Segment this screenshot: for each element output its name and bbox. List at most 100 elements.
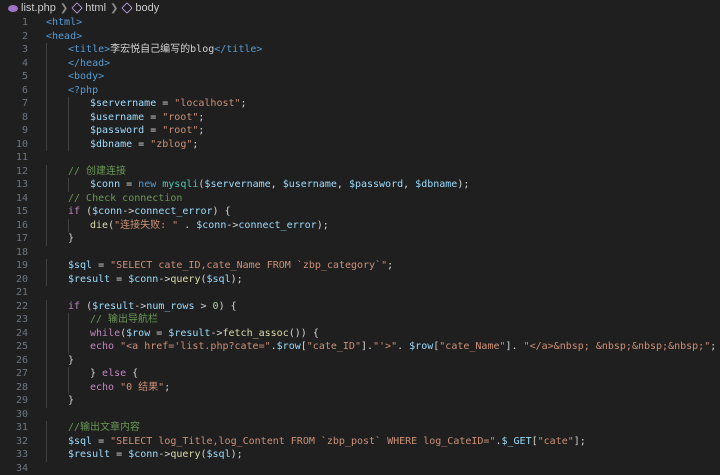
- breadcrumb-body[interactable]: body: [122, 2, 159, 14]
- code-token: else: [102, 368, 126, 379]
- code-line[interactable]: 32$sql = "SELECT log_Title,log_Content F…: [0, 435, 720, 449]
- code-line[interactable]: 17}: [0, 232, 720, 246]
- code-line[interactable]: 19$sql = "SELECT cate_ID,cate_Name FROM …: [0, 259, 720, 273]
- indent-guide: [46, 232, 47, 246]
- code-line[interactable]: 13$conn = new mysqli($servername, $usern…: [0, 178, 720, 192]
- code-line[interactable]: 16die("连接失败: " . $conn->connect_error);: [0, 219, 720, 233]
- code-line[interactable]: 9$password = "root";: [0, 124, 720, 138]
- code-token: "root": [162, 125, 198, 136]
- code-token: ->: [226, 220, 238, 231]
- code-token: "</a>&nbsp; &nbsp;&nbsp;&nbsp;": [524, 341, 711, 352]
- code-line[interactable]: 20$result = $conn->query($sql);: [0, 273, 720, 287]
- code-editor[interactable]: 1<html>2<head>3<title>李宏悦自己编写的blog</titl…: [0, 16, 720, 475]
- line-number: 7: [0, 97, 28, 111]
- indent-guide: [46, 259, 47, 273]
- code-text: //输出文章内容: [28, 421, 140, 435]
- code-text: </head>: [28, 57, 110, 71]
- code-line[interactable]: 34: [0, 462, 720, 475]
- indent-guide: [46, 421, 47, 435]
- line-number: 6: [0, 84, 28, 98]
- code-line[interactable]: 15if ($conn->connect_error) {: [0, 205, 720, 219]
- code-line[interactable]: 23// 输出导航栏: [0, 313, 720, 327]
- code-line[interactable]: 12// 创建连接: [0, 165, 720, 179]
- code-token: ->: [210, 328, 222, 339]
- code-token: $username: [283, 179, 337, 190]
- code-token: $servername: [204, 179, 270, 190]
- indent-guide: [68, 111, 69, 125]
- code-token: if: [68, 301, 86, 312]
- line-number: 11: [0, 151, 28, 165]
- code-token: $sql: [207, 449, 231, 460]
- code-token: }: [90, 368, 102, 379]
- code-line[interactable]: 22if ($result->num_rows > 0) {: [0, 300, 720, 314]
- code-line[interactable]: 14// Check connection: [0, 192, 720, 206]
- code-text: }: [28, 394, 74, 408]
- code-text: // 输出导航栏: [28, 313, 158, 327]
- code-line[interactable]: 28echo "0 结果";: [0, 381, 720, 395]
- indent-guide: [46, 340, 47, 354]
- code-line[interactable]: 5<body>: [0, 70, 720, 84]
- code-line[interactable]: 27} else {: [0, 367, 720, 381]
- code-token: fetch_assoc: [223, 328, 289, 339]
- code-line[interactable]: 11: [0, 151, 720, 165]
- code-token: "0 结果": [120, 382, 164, 393]
- code-line[interactable]: 7$servername = "localhost";: [0, 97, 720, 111]
- code-line[interactable]: 3<title>李宏悦自己编写的blog</title>: [0, 43, 720, 57]
- code-token: "cate_Name": [439, 341, 505, 352]
- line-number: 31: [0, 421, 28, 435]
- code-line[interactable]: 26}: [0, 354, 720, 368]
- code-token: =: [144, 112, 162, 123]
- code-token: mysqli: [162, 179, 198, 190]
- indent-guide: [68, 381, 69, 395]
- code-token: $row: [409, 341, 433, 352]
- line-number: 3: [0, 43, 28, 57]
- code-text: $sql = "SELECT cate_ID,cate_Name FROM `z…: [28, 259, 393, 273]
- code-line[interactable]: 25echo "<a href='list.php?cate=".$row["c…: [0, 340, 720, 354]
- code-token: $sql: [68, 436, 92, 447]
- code-token: $conn: [128, 449, 158, 460]
- line-number: 2: [0, 30, 28, 44]
- code-token: $conn: [92, 206, 122, 217]
- code-token: {: [126, 368, 138, 379]
- code-line[interactable]: 4</head>: [0, 57, 720, 71]
- code-token: echo: [90, 341, 120, 352]
- code-line[interactable]: 33$result = $conn->query($sql);: [0, 448, 720, 462]
- line-number: 5: [0, 70, 28, 84]
- code-token: ,: [403, 179, 415, 190]
- code-token: while: [90, 328, 120, 339]
- code-line[interactable]: 18: [0, 246, 720, 260]
- chevron-right-icon: ❯: [110, 3, 118, 14]
- line-number: 10: [0, 138, 28, 152]
- code-token: "localhost": [174, 98, 240, 109]
- line-number: 33: [0, 448, 28, 462]
- indent-guide: [46, 178, 47, 192]
- code-line[interactable]: 21: [0, 286, 720, 300]
- code-text: while($row = $result->fetch_assoc()) {: [28, 327, 319, 341]
- code-line[interactable]: 29}: [0, 394, 720, 408]
- code-line[interactable]: 6<?php: [0, 84, 720, 98]
- code-line[interactable]: 24while($row = $result->fetch_assoc()) {: [0, 327, 720, 341]
- code-line[interactable]: 8$username = "root";: [0, 111, 720, 125]
- symbol-icon: [122, 2, 133, 13]
- code-token: "cate": [538, 436, 574, 447]
- indent-guide: [46, 124, 47, 138]
- indent-guide: [46, 300, 47, 314]
- code-token: ->: [158, 449, 170, 460]
- code-text: <body>: [28, 70, 104, 84]
- indent-guide: [68, 313, 69, 327]
- code-text: <?php: [28, 84, 98, 98]
- indent-guide: [68, 97, 69, 111]
- code-token: );: [231, 449, 243, 460]
- code-line[interactable]: 1<html>: [0, 16, 720, 30]
- code-line[interactable]: 30: [0, 408, 720, 422]
- code-line[interactable]: 10$dbname = "zblog";: [0, 138, 720, 152]
- code-token: connect_error: [238, 220, 316, 231]
- code-line[interactable]: 2<head>: [0, 30, 720, 44]
- indent-guide: [46, 70, 47, 84]
- indent-guide: [46, 394, 47, 408]
- breadcrumb-html[interactable]: html: [72, 2, 106, 14]
- breadcrumb-body-label: body: [135, 2, 159, 14]
- breadcrumb-file[interactable]: list.php: [8, 2, 56, 14]
- code-text: echo "<a href='list.php?cate=".$row["cat…: [28, 340, 716, 354]
- code-line[interactable]: 31//输出文章内容: [0, 421, 720, 435]
